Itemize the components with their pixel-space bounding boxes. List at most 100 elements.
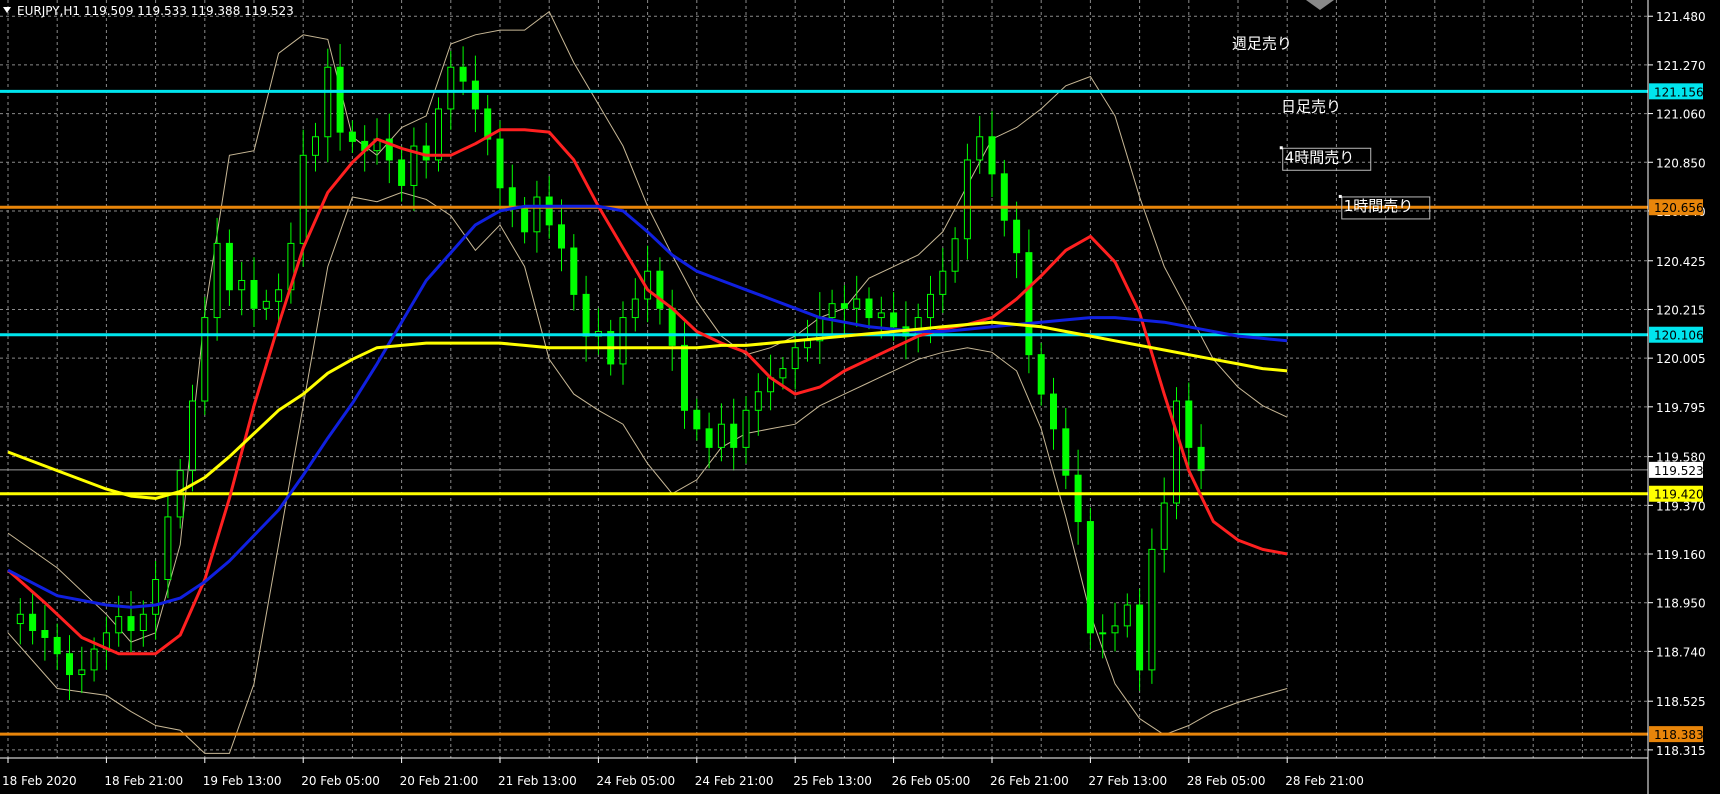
candle-body	[582, 293, 590, 337]
x-tick-label: 24 Feb 05:00	[596, 774, 675, 788]
x-tick-label: 18 Feb 2020	[2, 774, 77, 788]
candle-body	[312, 136, 319, 156]
candle-body	[730, 423, 738, 448]
candle-body	[1123, 604, 1131, 627]
candle-body	[717, 423, 725, 448]
y-tick-label: 121.270	[1656, 59, 1706, 73]
annotation-anchor	[1338, 194, 1342, 198]
annotation-label: 1時間売り	[1344, 197, 1414, 215]
x-tick-label: 27 Feb 13:00	[1088, 774, 1167, 788]
candle-body	[127, 616, 135, 632]
x-tick-label: 28 Feb 21:00	[1285, 774, 1364, 788]
price-level-label: 120.106	[1654, 329, 1704, 343]
candle-body	[742, 409, 750, 448]
candle-body	[1062, 428, 1070, 476]
x-tick-label: 18 Feb 21:00	[104, 774, 183, 788]
candle-body	[1050, 393, 1057, 430]
candle-body	[336, 66, 344, 133]
x-tick-label: 28 Feb 05:00	[1187, 774, 1266, 788]
candle-body	[1148, 548, 1156, 671]
y-tick-label: 121.060	[1656, 108, 1706, 122]
symbol-dropdown-icon[interactable]	[3, 7, 11, 13]
candle-body	[840, 303, 848, 309]
candle-body	[988, 136, 996, 175]
candle-body	[1173, 400, 1180, 504]
candle-body	[508, 187, 516, 210]
candle-body	[705, 428, 713, 448]
candle-body	[533, 196, 541, 233]
candle-body	[139, 613, 147, 632]
x-tick-label: 24 Feb 21:00	[695, 774, 774, 788]
y-tick-label: 118.950	[1656, 597, 1706, 611]
candle-body	[152, 579, 160, 615]
candle-body	[779, 368, 787, 379]
y-tick-label: 118.525	[1656, 695, 1706, 709]
candle-body	[976, 136, 984, 161]
y-tick-label: 120.005	[1656, 352, 1706, 366]
candle-body	[951, 238, 959, 272]
chart-shift-marker-icon[interactable]	[1306, 0, 1334, 10]
price-level-label: 120.656	[1654, 201, 1704, 215]
y-tick-label: 121.480	[1656, 10, 1706, 24]
y-tick-label: 119.160	[1656, 548, 1706, 562]
candle-body	[299, 154, 307, 244]
x-tick-label: 20 Feb 05:00	[301, 774, 380, 788]
candle-body	[398, 159, 406, 186]
candle-body	[865, 298, 873, 319]
current-price-label: 119.523	[1654, 464, 1704, 478]
chart-title: EURJPY,H1 119.509 119.533 119.388 119.52…	[17, 4, 294, 18]
candle-body	[324, 66, 332, 138]
candle-body	[90, 648, 98, 671]
candle-body	[1111, 625, 1119, 634]
candle-body	[262, 300, 270, 309]
chart-window: 週足売り 日足売り 4時間売り 1時間売り 121.480 121.270 121.060…	[0, 0, 1720, 794]
annotation-label: 日足売り	[1281, 97, 1341, 115]
candle-body	[1074, 474, 1082, 523]
candle-body	[1025, 252, 1033, 356]
candle-body	[422, 145, 430, 161]
candle-body	[1099, 632, 1107, 635]
candle-body	[631, 298, 639, 319]
candle-body	[804, 340, 811, 349]
candle-body	[496, 138, 504, 189]
candle-body	[471, 80, 479, 110]
candle-body	[435, 108, 442, 161]
candle-body	[521, 208, 529, 233]
candle-body	[250, 279, 258, 309]
candle-body	[238, 279, 246, 291]
candle-body	[1197, 446, 1205, 472]
y-tick-label: 119.795	[1656, 401, 1706, 415]
price-levels	[0, 89, 1648, 736]
candle-body	[447, 66, 455, 110]
candle-body	[791, 347, 799, 370]
candle-body	[668, 307, 676, 346]
candle-body	[1037, 354, 1045, 395]
candle-body	[619, 317, 627, 365]
candle-body	[1185, 400, 1193, 448]
candle-body	[459, 66, 467, 82]
candle-body	[927, 293, 934, 319]
price-chart: 週足売り日足売り 4時間売り 1時間売り 121.480 121.270 121.060…	[0, 0, 1706, 794]
candle-body	[53, 636, 61, 655]
candle-body	[16, 613, 24, 625]
y-tick-label: 118.740	[1656, 645, 1706, 659]
candle-body	[570, 247, 578, 295]
candle-body	[66, 653, 73, 676]
candle-body	[681, 344, 688, 411]
candle-body	[963, 159, 971, 240]
candle-body	[939, 270, 947, 295]
price-level-label: 119.420	[1654, 488, 1704, 502]
candle-body	[201, 317, 209, 402]
x-tick-label: 21 Feb 13:00	[498, 774, 577, 788]
price-level-label: 118.383	[1654, 728, 1704, 742]
candle-body	[78, 669, 86, 676]
y-tick-label: 118.315	[1656, 744, 1706, 758]
y-tick-label: 120.425	[1656, 255, 1706, 269]
candle-body	[348, 131, 356, 142]
candle-body	[275, 289, 283, 302]
y-tick-label: 120.850	[1656, 156, 1706, 170]
chart-header: EURJPY,H1 119.509 119.533 119.388 119.52…	[3, 0, 1334, 18]
candle-body	[877, 312, 885, 319]
candle-body	[189, 400, 196, 472]
x-tick-label: 26 Feb 21:00	[990, 774, 1069, 788]
